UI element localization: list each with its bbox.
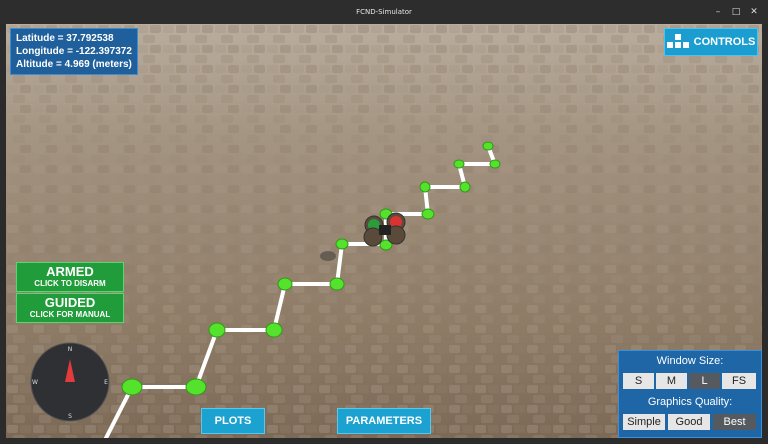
waypoint (329, 277, 345, 291)
waypoint (277, 277, 293, 291)
quality-good-option[interactable]: Good (668, 414, 710, 430)
close-button[interactable]: ✕ (748, 6, 760, 18)
compass-east: E (104, 379, 108, 386)
waypoint (421, 208, 435, 220)
size-fs-option[interactable]: FS (722, 373, 756, 389)
window-size-label: Window Size: (656, 355, 724, 367)
armed-subtitle: CLICK TO DISARM (34, 279, 106, 288)
quality-best-option[interactable]: Best (713, 414, 756, 430)
simulation-viewport[interactable]: Latitude = 37.792538 Longitude = -122.39… (6, 24, 762, 438)
compass: N S E W (30, 342, 110, 422)
waypoint (419, 181, 431, 193)
waypoints (121, 141, 501, 396)
plots-button[interactable]: PLOTS (201, 408, 265, 434)
longitude-readout: Longitude = -122.397372 (16, 46, 132, 57)
waypoint (459, 181, 471, 193)
compass-north: N (68, 346, 73, 353)
path-lines (104, 144, 498, 438)
title-bar: FCND-Simulator – □ ✕ (0, 0, 768, 24)
size-m-option[interactable]: M (656, 373, 687, 389)
waypoint (121, 378, 143, 396)
guided-subtitle: CLICK FOR MANUAL (29, 310, 111, 319)
waypoint (208, 322, 226, 338)
guided-title: GUIDED (44, 295, 96, 310)
waypoint (185, 378, 207, 396)
size-s-option[interactable]: S (623, 373, 654, 389)
drone-shadow (320, 251, 336, 261)
altitude-readout: Altitude = 4.969 (meters) (16, 59, 132, 70)
grid-icon (666, 34, 689, 48)
waypoint (482, 141, 494, 151)
controls-label: CONTROLS (693, 36, 756, 48)
armed-button[interactable]: ARMED CLICK TO DISARM (16, 262, 124, 292)
controls-button[interactable]: CONTROLS (664, 28, 758, 56)
window-title: FCND-Simulator (356, 8, 412, 16)
compass-south: S (68, 413, 72, 420)
guided-button[interactable]: GUIDED CLICK FOR MANUAL (16, 293, 124, 323)
waypoint (335, 238, 349, 250)
size-l-option[interactable]: L (689, 373, 720, 389)
armed-title: ARMED (46, 264, 94, 279)
compass-west: W (32, 379, 38, 386)
parameters-button[interactable]: PARAMETERS (337, 408, 431, 434)
telemetry-panel: Latitude = 37.792538 Longitude = -122.39… (10, 28, 138, 75)
settings-panel: Window Size: S M L FS Graphics Quality: … (618, 350, 762, 438)
waypoint (489, 159, 501, 169)
maximize-button[interactable]: □ (730, 6, 742, 18)
quality-simple-option[interactable]: Simple (623, 414, 665, 430)
minimize-button[interactable]: – (712, 6, 724, 18)
simulator-window: FCND-Simulator – □ ✕ Latitude = 37.79253… (0, 0, 768, 444)
waypoint (453, 159, 465, 169)
graphics-quality-label: Graphics Quality: (647, 396, 733, 408)
waypoint (265, 322, 283, 338)
latitude-readout: Latitude = 37.792538 (16, 33, 114, 44)
